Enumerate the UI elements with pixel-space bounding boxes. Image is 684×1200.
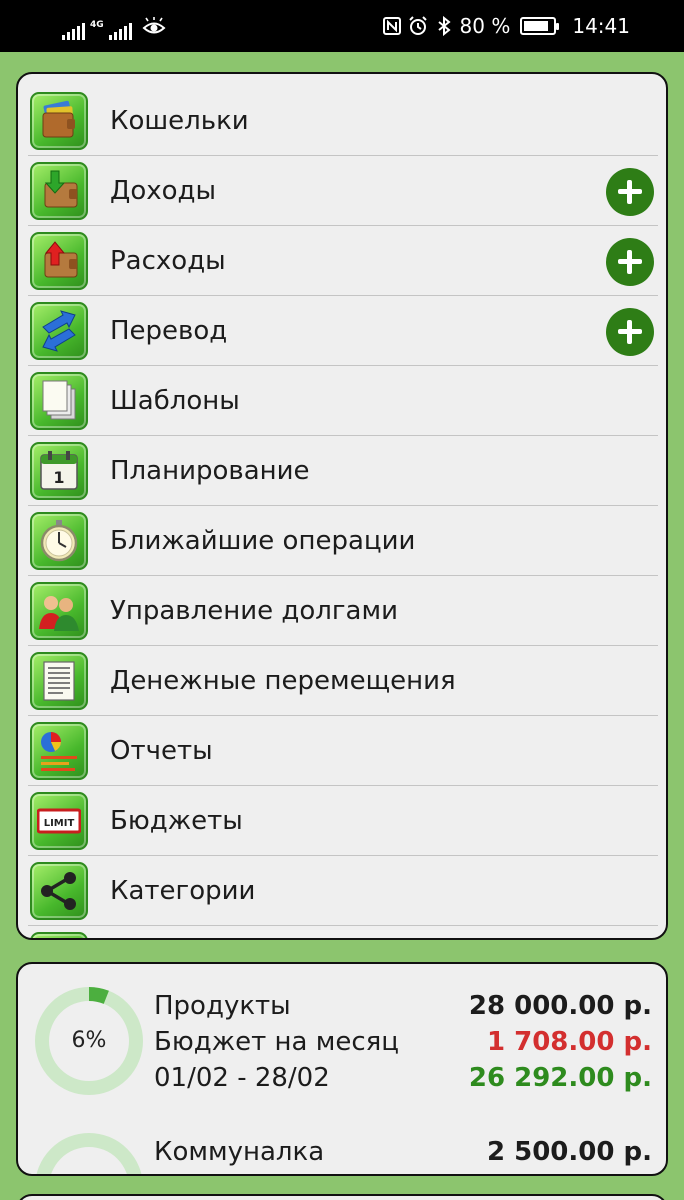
templates-icon bbox=[30, 372, 88, 430]
add-transfer-button[interactable] bbox=[606, 308, 654, 356]
bottom-widget bbox=[16, 1194, 668, 1200]
share-icon bbox=[30, 862, 88, 920]
menu-item-label: Доходы bbox=[110, 176, 217, 206]
menu-item-label: Управление долгами bbox=[110, 596, 398, 626]
budget-name-2: Коммуналка bbox=[154, 1137, 325, 1167]
menu-item-planning[interactable]: 1 Планирование bbox=[28, 436, 658, 506]
menu-item-income[interactable]: Доходы bbox=[28, 156, 658, 226]
menu-item-label: Кошельки bbox=[110, 106, 249, 136]
pie-chart-icon bbox=[30, 722, 88, 780]
wallets-icon bbox=[30, 92, 88, 150]
people-icon bbox=[30, 582, 88, 640]
menu-item-label: Ближайшие операции bbox=[110, 526, 416, 556]
menu-item-label: Категории bbox=[110, 876, 256, 906]
bluetooth-icon bbox=[437, 16, 451, 36]
menu-item-upcoming[interactable]: Ближайшие операции bbox=[28, 506, 658, 576]
budget-amount-2: 2 500.00 р. bbox=[486, 1137, 652, 1167]
svg-text:LIMIT: LIMIT bbox=[44, 818, 75, 829]
expense-icon bbox=[30, 232, 88, 290]
menu-item-label: Шаблоны bbox=[110, 386, 240, 416]
budget-name: Продукты bbox=[154, 991, 291, 1021]
add-income-button[interactable] bbox=[606, 168, 654, 216]
budget-widget[interactable]: 6% Продукты 28 000.00 р. Бюджет на месяц… bbox=[16, 962, 668, 1176]
status-bar: 4G 80 % 14:41 bbox=[0, 0, 684, 52]
menu-item-label: Денежные перемещения bbox=[110, 666, 456, 696]
menu-item-label: Расходы bbox=[110, 246, 226, 276]
alarm-icon bbox=[408, 16, 427, 35]
main-menu: Кошельки Доходы Расходы Перевод Шаблоны … bbox=[16, 72, 668, 940]
budget-remaining: 26 292.00 р. bbox=[468, 1063, 652, 1093]
menu-item-label: Отчеты bbox=[110, 736, 213, 766]
document-icon bbox=[30, 652, 88, 710]
menu-item-transfer[interactable]: Перевод bbox=[28, 296, 658, 366]
clock: 14:41 bbox=[572, 14, 630, 38]
menu-item-money-flows[interactable]: Денежные перемещения bbox=[28, 646, 658, 716]
income-icon bbox=[30, 162, 88, 220]
signal-icon-2 bbox=[108, 20, 132, 40]
menu-item-categories[interactable]: Категории bbox=[28, 856, 658, 926]
signal-icon bbox=[62, 20, 85, 40]
transfer-icon bbox=[30, 302, 88, 360]
menu-item-partial[interactable] bbox=[28, 926, 658, 938]
menu-item-templates[interactable]: Шаблоны bbox=[28, 366, 658, 436]
budget-progress-ring-2 bbox=[36, 1133, 142, 1174]
limit-icon: LIMIT bbox=[30, 792, 88, 850]
next-item-icon bbox=[30, 932, 88, 938]
menu-item-label: Бюджеты bbox=[110, 806, 243, 836]
budget-date-range: 01/02 - 28/02 bbox=[154, 1063, 330, 1093]
battery-percent: 80 % bbox=[459, 14, 511, 38]
svg-text:1: 1 bbox=[53, 468, 64, 487]
nfc-icon bbox=[382, 17, 401, 35]
stopwatch-icon bbox=[30, 512, 88, 570]
calendar-icon: 1 bbox=[30, 442, 88, 500]
menu-item-expenses[interactable]: Расходы bbox=[28, 226, 658, 296]
budget-period-label: Бюджет на месяц bbox=[154, 1027, 399, 1057]
budget-amount: 28 000.00 р. bbox=[468, 991, 652, 1021]
menu-item-reports[interactable]: Отчеты bbox=[28, 716, 658, 786]
battery-icon bbox=[520, 17, 560, 35]
add-expense-button[interactable] bbox=[606, 238, 654, 286]
budget-percent: 6% bbox=[71, 1028, 107, 1053]
menu-item-debts[interactable]: Управление долгами bbox=[28, 576, 658, 646]
eye-icon bbox=[142, 17, 166, 34]
budget-spent: 1 708.00 р. bbox=[486, 1027, 652, 1057]
menu-item-budgets[interactable]: LIMIT Бюджеты bbox=[28, 786, 658, 856]
menu-item-label: Планирование bbox=[110, 456, 310, 486]
network-type: 4G bbox=[90, 20, 104, 30]
menu-item-label: Перевод bbox=[110, 316, 228, 346]
menu-item-wallets[interactable]: Кошельки bbox=[28, 86, 658, 156]
